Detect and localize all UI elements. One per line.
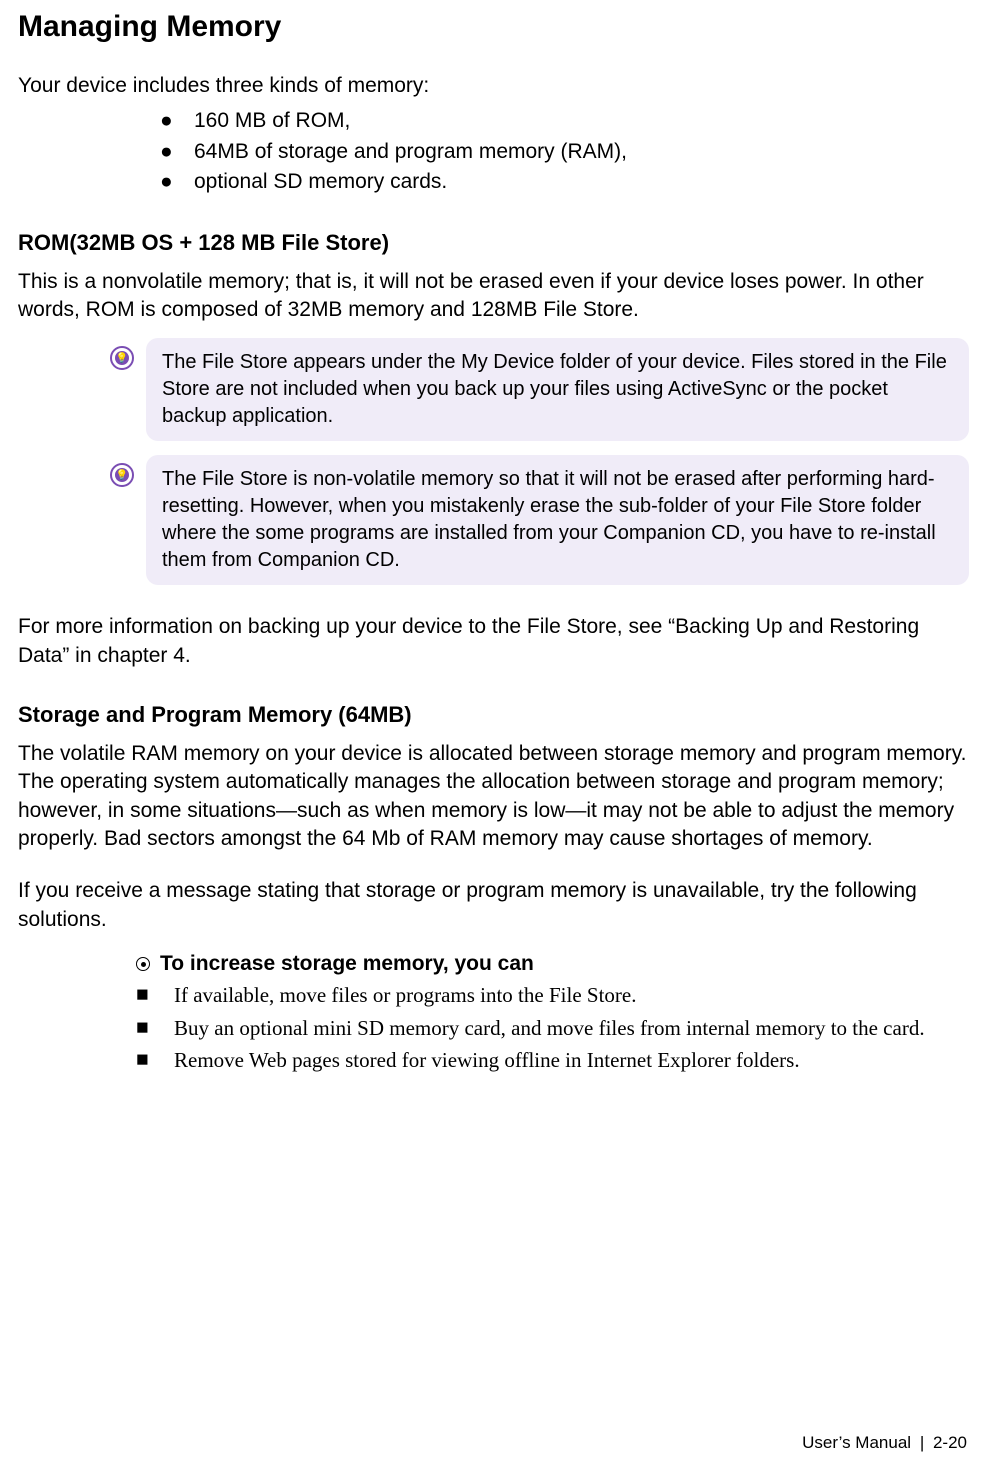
page-footer: User’s Manual | 2-20 bbox=[802, 1433, 967, 1453]
list-item: ■ Buy an optional mini SD memory card, a… bbox=[136, 1013, 969, 1043]
list-item-label: If available, move files or programs int… bbox=[174, 980, 636, 1010]
list-item: ● 160 MB of ROM, bbox=[160, 106, 969, 136]
storage-paragraph-1: The volatile RAM memory on your device i… bbox=[18, 740, 969, 853]
footer-label: User’s Manual bbox=[802, 1433, 911, 1452]
footer-page: 2-20 bbox=[933, 1433, 967, 1452]
bullet-icon: ● bbox=[160, 137, 194, 167]
footer-separator: | bbox=[920, 1433, 924, 1452]
lightbulb-icon: 💡 bbox=[110, 346, 134, 370]
list-item-label: 64MB of storage and program memory (RAM)… bbox=[194, 137, 627, 167]
bullet-icon: ● bbox=[160, 167, 194, 197]
radio-bullet-icon bbox=[136, 957, 150, 971]
note-text: The File Store appears under the My Devi… bbox=[146, 338, 969, 441]
square-bullet-icon: ■ bbox=[136, 1045, 174, 1075]
list-item-label: Buy an optional mini SD memory card, and… bbox=[174, 1013, 925, 1043]
rom-heading: ROM(32MB OS + 128 MB File Store) bbox=[18, 230, 969, 256]
intro-text: Your device includes three kinds of memo… bbox=[18, 72, 969, 100]
note-text: The File Store is non-volatile memory so… bbox=[146, 455, 969, 585]
note-block: 💡 The File Store is non-volatile memory … bbox=[110, 455, 969, 585]
lightbulb-icon: 💡 bbox=[110, 463, 134, 487]
list-item-label: 160 MB of ROM, bbox=[194, 106, 350, 136]
storage-heading: Storage and Program Memory (64MB) bbox=[18, 702, 969, 728]
list-item-label: Remove Web pages stored for viewing offl… bbox=[174, 1045, 800, 1075]
list-item: ■ If available, move files or programs i… bbox=[136, 980, 969, 1010]
square-bullet-icon: ■ bbox=[136, 1013, 174, 1043]
storage-lead: To increase storage memory, you can bbox=[136, 952, 969, 976]
rom-paragraph: This is a nonvolatile memory; that is, i… bbox=[18, 268, 969, 325]
list-item: ● 64MB of storage and program memory (RA… bbox=[160, 137, 969, 167]
storage-paragraph-2: If you receive a message stating that st… bbox=[18, 877, 969, 934]
list-item-label: optional SD memory cards. bbox=[194, 167, 447, 197]
rom-after-paragraph: For more information on backing up your … bbox=[18, 613, 969, 670]
storage-lead-label: To increase storage memory, you can bbox=[160, 952, 534, 976]
square-bullet-icon: ■ bbox=[136, 980, 174, 1010]
bullet-icon: ● bbox=[160, 106, 194, 136]
list-item: ■ Remove Web pages stored for viewing of… bbox=[136, 1045, 969, 1075]
page-title: Managing Memory bbox=[18, 10, 969, 44]
note-block: 💡 The File Store appears under the My De… bbox=[110, 338, 969, 441]
list-item: ● optional SD memory cards. bbox=[160, 167, 969, 197]
